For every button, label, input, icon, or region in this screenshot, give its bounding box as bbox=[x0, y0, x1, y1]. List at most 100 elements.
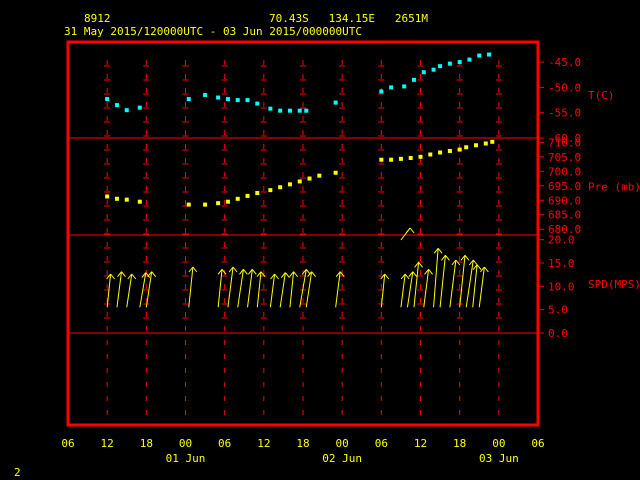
wind-shaft bbox=[449, 259, 457, 308]
temperature-point bbox=[438, 64, 443, 69]
wind-head-right bbox=[476, 264, 482, 270]
wind-shaft bbox=[106, 273, 112, 308]
wind-head-right bbox=[251, 269, 257, 275]
temperature-point bbox=[287, 108, 292, 113]
y-tick-label: 20.0 bbox=[548, 234, 575, 247]
wind-head-right bbox=[221, 269, 227, 275]
pressure-point bbox=[379, 157, 384, 162]
pressure-point bbox=[333, 170, 338, 175]
wind-head-right bbox=[311, 271, 317, 277]
wind-vector bbox=[269, 273, 279, 308]
y-tick-label: 695.0 bbox=[548, 180, 581, 193]
pressure-point bbox=[418, 154, 423, 159]
wind-head-right bbox=[404, 273, 410, 280]
wind-head-right bbox=[472, 259, 478, 266]
temperature-point bbox=[333, 100, 338, 105]
temperature-point bbox=[411, 77, 416, 82]
wind-shaft bbox=[116, 271, 122, 308]
pressure-point bbox=[398, 156, 403, 161]
y-tick-label: 705.0 bbox=[548, 151, 581, 164]
wind-head-right bbox=[284, 272, 290, 278]
pressure-point bbox=[408, 155, 413, 160]
wind-head-left bbox=[405, 227, 411, 234]
wind-head-right bbox=[274, 273, 279, 280]
pressure-point bbox=[483, 141, 488, 146]
wind-vector bbox=[227, 266, 238, 308]
x-tick-label: 18 bbox=[140, 437, 153, 450]
panel-label: T(C) bbox=[588, 89, 615, 102]
pressure-point bbox=[186, 202, 191, 207]
wind-shaft bbox=[413, 262, 420, 308]
wind-vector bbox=[279, 272, 290, 308]
temperature-point bbox=[114, 103, 119, 108]
wind-vector bbox=[478, 266, 489, 308]
pressure-point bbox=[438, 150, 443, 155]
wind-shaft bbox=[247, 269, 253, 308]
wind-shaft bbox=[439, 255, 446, 308]
pressure-point bbox=[235, 196, 240, 201]
wind-vector bbox=[289, 271, 298, 308]
temperature-point bbox=[235, 98, 240, 103]
temperature-point bbox=[477, 53, 482, 58]
time-range: 31 May 2015/120000UTC - 03 Jun 2015/0000… bbox=[64, 25, 362, 38]
wind-shaft bbox=[406, 271, 414, 308]
wind-head-right bbox=[483, 266, 489, 273]
wind-shaft bbox=[380, 273, 386, 308]
x-tick-label: 18 bbox=[296, 437, 309, 450]
pressure-point bbox=[297, 179, 302, 184]
wind-head-right bbox=[418, 262, 423, 268]
wind-head-right bbox=[131, 273, 137, 280]
pressure-point bbox=[447, 149, 452, 154]
temperature-point bbox=[225, 97, 230, 102]
y-tick-label: -55.0 bbox=[548, 107, 581, 120]
wind-shaft bbox=[256, 271, 262, 308]
pressure-point bbox=[457, 147, 462, 152]
pressure-point bbox=[287, 182, 292, 187]
wind-vector bbox=[237, 269, 248, 308]
wind-vector bbox=[116, 271, 126, 308]
temperature-point bbox=[203, 93, 208, 97]
wind-head-right bbox=[121, 271, 126, 277]
pressure-point bbox=[114, 196, 119, 201]
pressure-point bbox=[225, 199, 230, 204]
wind-head-right bbox=[464, 255, 470, 261]
pressure-point bbox=[464, 145, 469, 150]
y-tick-label: 710.0 bbox=[548, 136, 581, 149]
wind-head-right bbox=[428, 269, 433, 275]
wind-vector bbox=[247, 269, 257, 308]
x-tick-label: 12 bbox=[414, 437, 427, 450]
temperature-point bbox=[487, 52, 492, 57]
wind-shaft bbox=[305, 271, 313, 308]
x-tick-label: 12 bbox=[257, 437, 270, 450]
wind-shaft bbox=[472, 264, 478, 308]
y-tick-label: 10.0 bbox=[548, 280, 575, 293]
temperature-point bbox=[457, 60, 462, 65]
wind-shaft bbox=[227, 266, 234, 308]
panel-label: Pre (mb) bbox=[588, 181, 640, 194]
pressure-point bbox=[490, 139, 495, 144]
wind-shaft bbox=[237, 269, 244, 308]
wind-shaft bbox=[289, 271, 295, 308]
temperature-point bbox=[137, 105, 142, 110]
x-tick-label: 00 bbox=[492, 437, 505, 450]
wind-vector bbox=[106, 273, 115, 308]
pressure-point bbox=[428, 152, 433, 157]
meteogram-chart: 8912 70.43S 134.15E 2651M 31 May 2015/12… bbox=[14, 12, 640, 479]
pressure-point bbox=[245, 193, 250, 198]
wind-vector bbox=[126, 273, 137, 308]
wind-head-right bbox=[232, 266, 238, 273]
x-date-label: 01 Jun bbox=[166, 452, 206, 465]
x-tick-label: 06 bbox=[61, 437, 74, 450]
pressure-point bbox=[317, 173, 322, 178]
wind-shaft bbox=[217, 269, 223, 308]
temperature-point bbox=[379, 89, 384, 94]
wind-head-right bbox=[192, 266, 198, 273]
wind-shaft bbox=[478, 266, 485, 308]
temperature-point bbox=[278, 108, 283, 113]
wind-vector bbox=[439, 255, 450, 308]
wind-head-right bbox=[412, 271, 418, 277]
wind-head-right bbox=[384, 273, 390, 280]
wind-vector bbox=[188, 266, 198, 308]
x-tick-label: 06 bbox=[218, 437, 231, 450]
y-tick-label: 15.0 bbox=[548, 257, 575, 270]
